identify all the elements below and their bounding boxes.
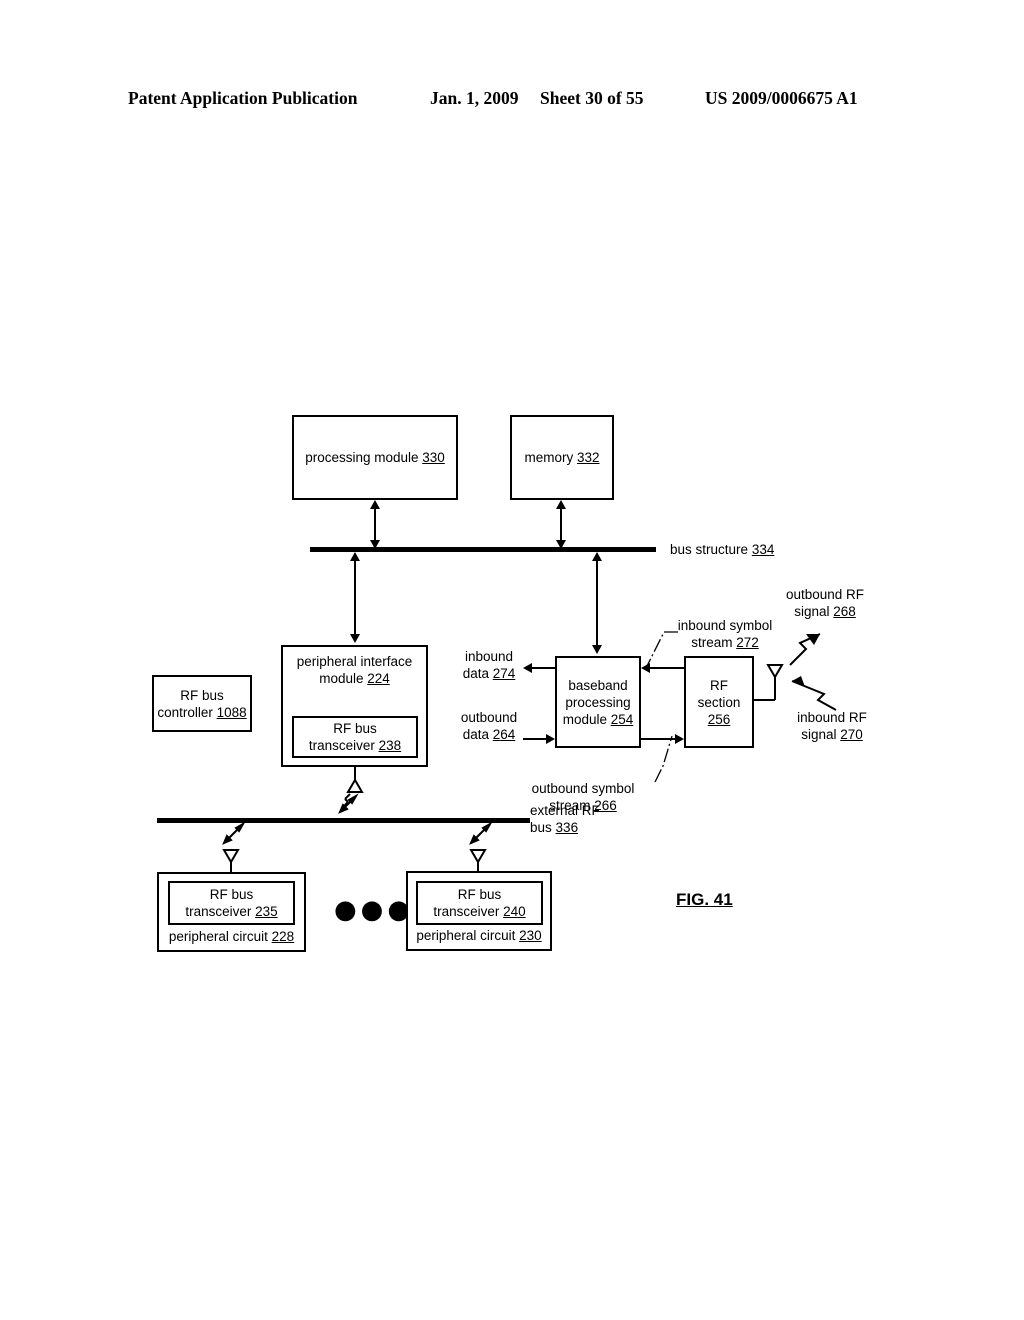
rf-section-label: RF section 256 — [697, 677, 741, 727]
ellipsis-indicator: ●●● — [334, 895, 415, 925]
wireless-link-240 — [469, 821, 493, 845]
header-sheet: Sheet 30 of 55 — [540, 88, 644, 108]
rf-section-box[interactable]: RF section 256 — [684, 656, 754, 748]
outbound-rf-arrow — [789, 633, 821, 666]
wireless-link-235 — [222, 821, 246, 845]
external-rf-bus-label: external RF bus 336 — [530, 803, 600, 835]
rf-bus-transceiver-240-label: RF bus transceiver 240 — [433, 887, 526, 919]
rf-section-antenna-wire — [754, 664, 784, 701]
memory-label: memory 332 — [524, 450, 600, 465]
rf-bus-controller-box[interactable]: RF bus controller 1088 — [152, 675, 252, 732]
connector-processing-bus — [374, 509, 376, 543]
baseband-processing-module-label: baseband processing module 254 — [562, 677, 634, 727]
inbound-symbol-stream-label: inbound symbol stream 272 — [677, 618, 773, 650]
page-header: Patent Application Publication Jan. 1, 2… — [0, 88, 1024, 114]
external-rf-bus-line — [157, 818, 530, 823]
header-date: Jan. 1, 2009 — [430, 88, 519, 108]
connector-outbound-symbol-stream — [641, 738, 675, 740]
arrowhead-up-peripheral — [350, 552, 360, 561]
baseband-processing-module-box[interactable]: baseband processing module 254 — [555, 656, 641, 748]
wireless-link-238 — [338, 793, 359, 814]
figure-label: FIG. 41 — [676, 890, 733, 909]
connector-inbound-symbol-stream — [650, 667, 684, 669]
peripheral-circuit-228-label: peripheral circuit 228 — [168, 929, 295, 944]
rf-bus-transceiver-238-box[interactable]: RF bus transceiver 238 — [292, 716, 418, 758]
leader-outbound-symbol-stream — [654, 735, 673, 783]
bus-structure-line — [310, 547, 656, 552]
rf-bus-transceiver-238-label: RF bus transceiver 238 — [308, 721, 402, 753]
arrowhead-up-processing — [370, 500, 380, 509]
rf-bus-controller-label: RF bus controller 1088 — [157, 687, 247, 720]
peripheral-interface-module-label: peripheral interface module 224 — [296, 654, 413, 686]
arrowhead-down-baseband — [592, 645, 602, 654]
bus-structure-label: bus structure 334 — [670, 542, 775, 557]
rf-bus-transceiver-240-box[interactable]: RF bus transceiver 240 — [416, 881, 543, 925]
inbound-data-label: inbound data 274 — [462, 649, 516, 681]
connector-inbound-data — [532, 667, 555, 669]
memory-box[interactable]: memory 332 — [510, 415, 614, 500]
arrowhead-right-outbound-symbol — [675, 734, 684, 744]
arrowhead-up-baseband — [592, 552, 602, 561]
arrowhead-left-inbound-symbol — [641, 663, 650, 673]
header-patent-number: US 2009/0006675 A1 — [705, 88, 858, 108]
connector-memory-bus — [560, 509, 562, 543]
processing-module-box[interactable]: processing module 330 — [292, 415, 458, 500]
outbound-data-label: outbound data 264 — [460, 710, 518, 742]
connector-bus-peripheral-interface — [354, 561, 356, 636]
arrowhead-down-memory — [556, 540, 566, 549]
connector-bus-baseband — [596, 561, 598, 647]
rf-bus-transceiver-235-label: RF bus transceiver 235 — [185, 887, 278, 919]
inbound-rf-signal-label: inbound RF signal 270 — [797, 710, 867, 742]
inbound-rf-arrow — [791, 676, 837, 711]
arrowhead-down-processing — [370, 540, 380, 549]
peripheral-circuit-230-label: peripheral circuit 230 — [416, 928, 542, 943]
header-publication: Patent Application Publication — [128, 88, 358, 108]
arrowhead-down-peripheral — [350, 634, 360, 643]
outbound-rf-signal-label: outbound RF signal 268 — [785, 587, 865, 619]
arrowhead-right-outbound-data — [546, 734, 555, 744]
patent-figure-page: Patent Application Publication Jan. 1, 2… — [0, 0, 1024, 1320]
rf-bus-transceiver-235-box[interactable]: RF bus transceiver 235 — [168, 881, 295, 925]
processing-module-label: processing module 330 — [305, 450, 445, 465]
arrowhead-up-memory — [556, 500, 566, 509]
